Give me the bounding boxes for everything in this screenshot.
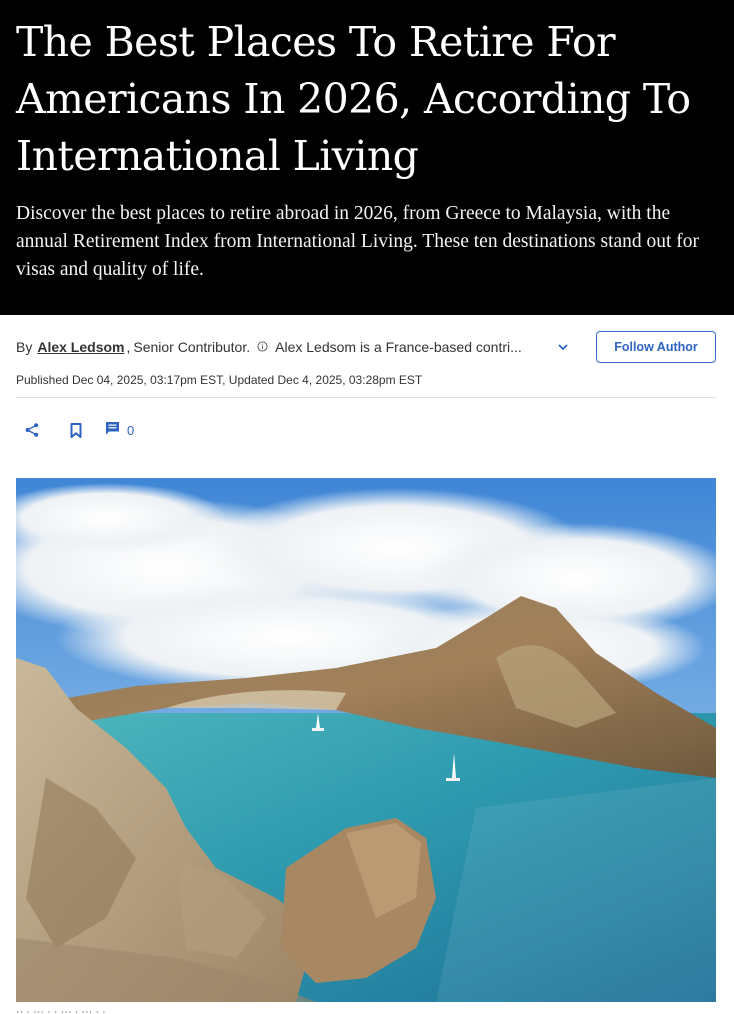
byline-by-label: By [16, 339, 33, 355]
hero-image [16, 478, 716, 1002]
chevron-down-icon[interactable] [551, 335, 575, 359]
author-title: Senior Contributor. [133, 339, 251, 355]
article-headline: The Best Places To Retire For Americans … [16, 18, 691, 180]
byline-comma: , [126, 339, 131, 355]
publish-dateline: Published Dec 04, 2025, 03:17pm EST, Upd… [16, 373, 423, 387]
article-header: The Best Places To Retire For Americans … [0, 0, 734, 315]
author-link[interactable]: Alex Ledsom [37, 339, 124, 355]
info-icon [257, 339, 268, 355]
divider [16, 397, 716, 398]
share-icon[interactable] [16, 418, 48, 442]
comment-icon [105, 421, 120, 440]
author-bio: Alex Ledsom is a France-based contri... [275, 339, 522, 355]
article-actions: 0 [16, 418, 134, 442]
byline: By Alex Ledsom , Senior Contributor. Ale… [16, 331, 716, 363]
author-description: Senior Contributor. Alex Ledsom is a Fra… [133, 339, 537, 355]
comment-count: 0 [127, 422, 135, 438]
comment-button[interactable]: 0 [105, 418, 134, 442]
bookmark-icon[interactable] [64, 418, 88, 442]
follow-author-button[interactable]: Follow Author [596, 331, 716, 363]
image-caption: ·· · ··· · · ··· · ··· · · [16, 1006, 106, 1014]
article-dek: Discover the best places to retire abroa… [16, 203, 700, 280]
